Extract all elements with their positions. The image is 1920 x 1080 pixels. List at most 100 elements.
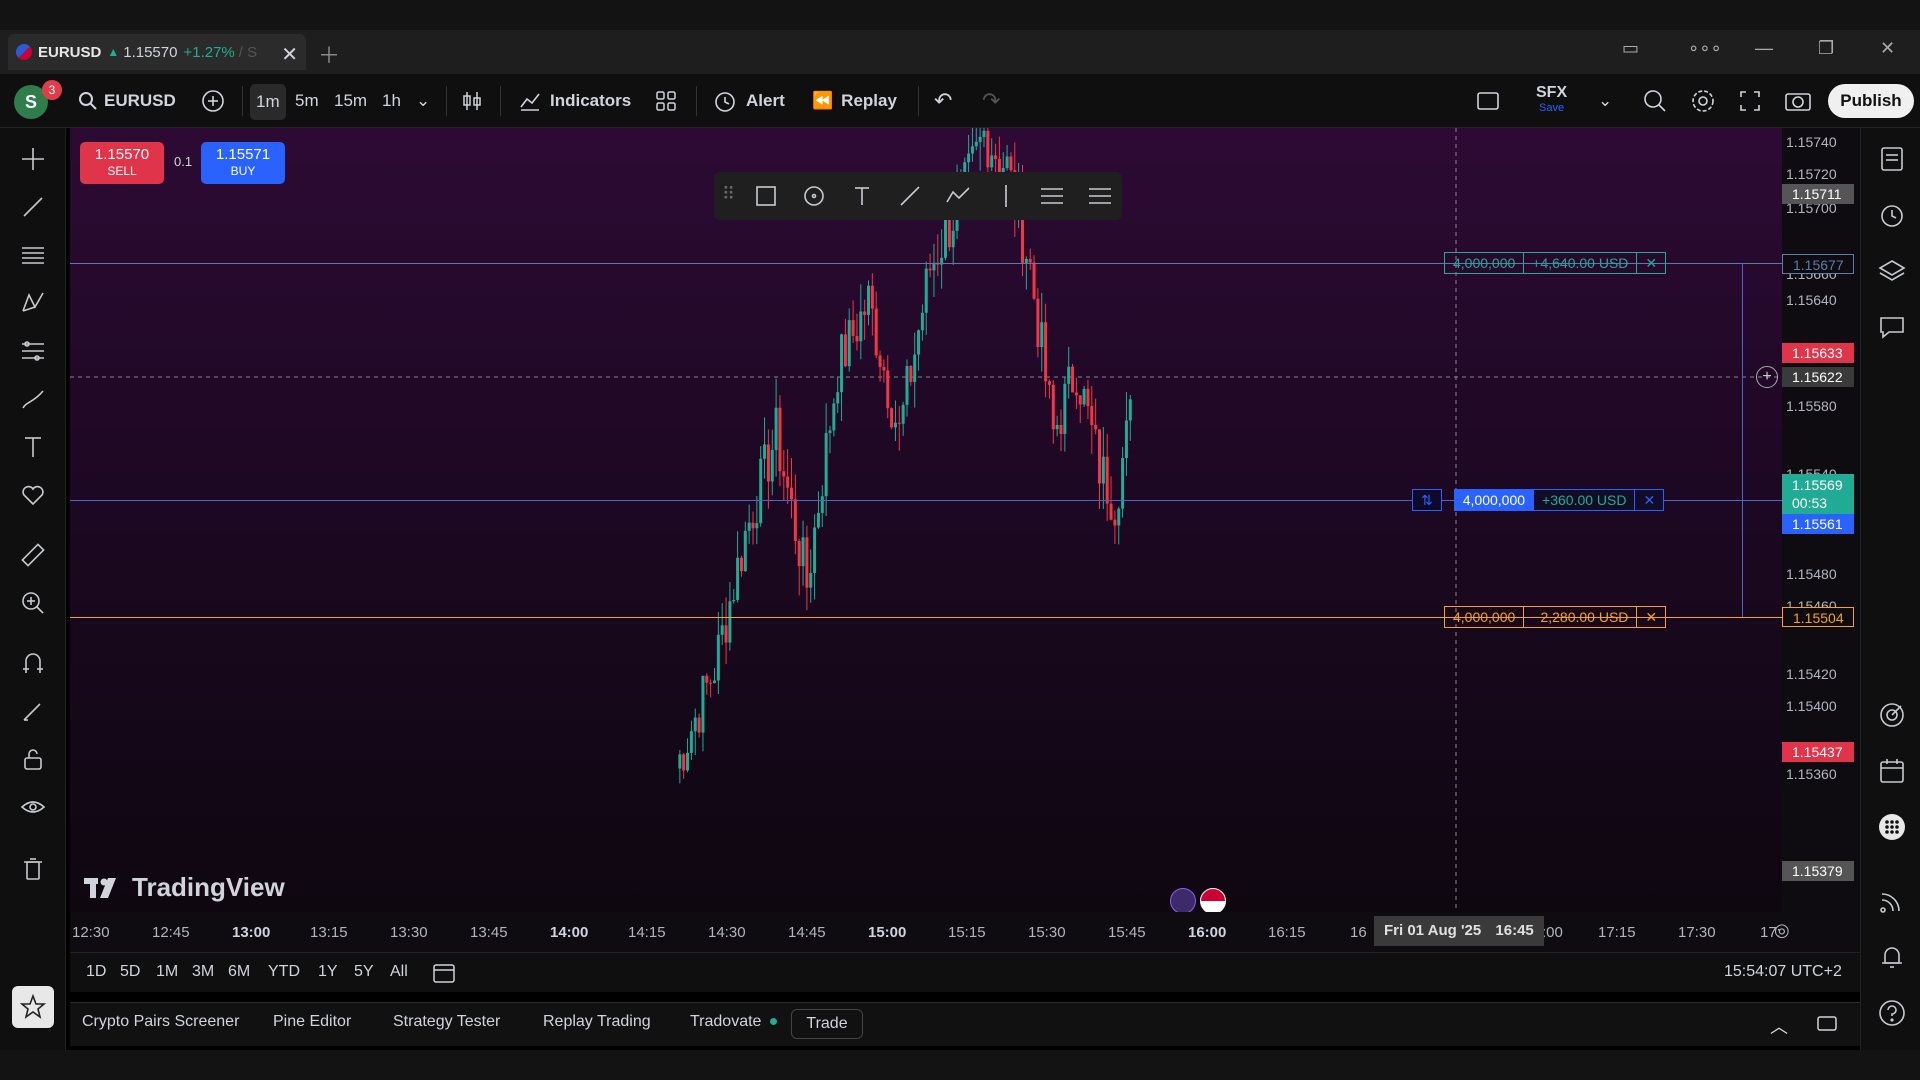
- sell-button[interactable]: 1.15570 SELL: [80, 142, 164, 184]
- minimize-icon[interactable]: —: [1755, 38, 1773, 59]
- range-5y[interactable]: 5Y: [354, 963, 374, 981]
- clock[interactable]: 15:54:07 UTC+2: [1724, 963, 1842, 981]
- help-icon[interactable]: [1875, 996, 1909, 1030]
- lightning-event-icon[interactable]: [1170, 888, 1196, 912]
- range-all[interactable]: All: [390, 963, 408, 981]
- brush-icon[interactable]: [16, 382, 50, 416]
- range-6m[interactable]: 6M: [228, 963, 250, 981]
- range-1d[interactable]: 1D: [86, 963, 106, 981]
- interval-1h[interactable]: 1h: [382, 86, 401, 116]
- stop-loss-close-icon[interactable]: ✕: [1637, 606, 1667, 628]
- drag-handle-icon[interactable]: ⠿: [722, 184, 735, 205]
- tab-pine-editor[interactable]: Pine Editor: [273, 1013, 351, 1031]
- interval-1m[interactable]: 1m: [250, 84, 286, 120]
- time-axis[interactable]: 12:30 12:45 13:00 13:15 13:30 13:45 14:00 14:15…: [70, 912, 1860, 952]
- alerts-clock-icon[interactable]: [1875, 198, 1909, 232]
- layouts-grid-icon[interactable]: [654, 86, 678, 116]
- position-order[interactable]: ⇅ 4,000,000 +360.00 USD ✕: [1412, 489, 1665, 511]
- crosshair-icon[interactable]: [16, 142, 50, 176]
- signal-icon[interactable]: [1875, 884, 1909, 918]
- indicators-button[interactable]: Indicators: [518, 86, 631, 116]
- range-1y[interactable]: 1Y: [318, 963, 338, 981]
- interval-dropdown-chevron-icon[interactable]: ⌄: [416, 86, 430, 116]
- quick-search-icon[interactable]: [1642, 86, 1668, 116]
- redo-icon[interactable]: ↷: [982, 86, 1000, 116]
- monitor-icon[interactable]: ▭: [1622, 38, 1639, 59]
- tab-strategy-tester[interactable]: Strategy Tester: [393, 1013, 500, 1031]
- collapse-chevron-up-icon[interactable]: ︿: [1770, 1013, 1788, 1039]
- restore-icon[interactable]: ❐: [1818, 38, 1834, 59]
- ruler-icon[interactable]: [16, 538, 50, 572]
- trash-icon[interactable]: [16, 852, 50, 886]
- range-5d[interactable]: 5D: [120, 963, 140, 981]
- forecast-icon[interactable]: [16, 334, 50, 368]
- lock-pencil-icon[interactable]: [16, 694, 50, 728]
- layout-chevron-icon[interactable]: ⌄: [1598, 86, 1612, 116]
- reverse-position-icon[interactable]: ⇅: [1412, 489, 1442, 511]
- replay-button[interactable]: ⏪ Replay: [812, 86, 897, 116]
- heart-icon[interactable]: [16, 478, 50, 512]
- interval-15m[interactable]: 15m: [334, 86, 367, 116]
- chart-canvas[interactable]: 1.15570 SELL 0.1 1.15571 BUY ⠿ 4,000,000…: [70, 128, 1782, 912]
- tab-tradovate[interactable]: Tradovate: [690, 1013, 777, 1031]
- fullscreen-square-icon[interactable]: [1476, 86, 1500, 116]
- layout-name[interactable]: SFX Save: [1536, 84, 1567, 114]
- range-ytd[interactable]: YTD: [268, 963, 300, 981]
- magnet-icon[interactable]: [16, 646, 50, 680]
- tab-replay-trading[interactable]: Replay Trading: [543, 1013, 651, 1031]
- tab-crypto-pairs-screener[interactable]: Crypto Pairs Screener: [82, 1013, 239, 1031]
- range-3m[interactable]: 3M: [192, 963, 214, 981]
- favorites-star-icon[interactable]: [12, 986, 54, 1028]
- goto-date-calendar-icon[interactable]: [432, 961, 456, 990]
- stop-loss-order[interactable]: 4,000,000 −2,280.00 USD ✕: [1444, 606, 1667, 628]
- more-icon[interactable]: ∘∘∘: [1688, 38, 1722, 59]
- layers-icon[interactable]: [1875, 254, 1909, 288]
- price-axis[interactable]: 1.157401.157201.157001.156601.156401.156…: [1782, 128, 1860, 912]
- candles-icon[interactable]: [460, 86, 484, 116]
- circle-icon[interactable]: [800, 182, 828, 210]
- compare-add-icon[interactable]: [200, 86, 226, 116]
- target-icon[interactable]: [1875, 698, 1909, 732]
- trend-line-icon[interactable]: [16, 190, 50, 224]
- tab-trade[interactable]: Trade: [791, 1009, 863, 1039]
- quantity[interactable]: 0.1: [174, 154, 192, 169]
- close-window-icon[interactable]: ✕: [1880, 38, 1895, 59]
- parallel-channel-icon[interactable]: [1038, 182, 1066, 210]
- fib-lines-icon[interactable]: [16, 238, 50, 272]
- interval-5m[interactable]: 5m: [295, 86, 319, 116]
- more-lines-icon[interactable]: [1086, 182, 1114, 210]
- vertical-line-icon[interactable]: [992, 182, 1020, 210]
- new-tab-icon[interactable]: ＋: [318, 38, 340, 70]
- path-icon[interactable]: [944, 182, 972, 210]
- fullscreen-icon[interactable]: [1738, 86, 1762, 116]
- rectangle-icon[interactable]: [752, 182, 780, 210]
- position-close-icon[interactable]: ✕: [1635, 489, 1665, 511]
- maximize-panel-icon[interactable]: [1816, 1013, 1838, 1038]
- add-alert-plus-icon[interactable]: +: [1756, 366, 1778, 388]
- camera-icon[interactable]: [1784, 86, 1812, 116]
- text-tool-icon[interactable]: [16, 430, 50, 464]
- lock-icon[interactable]: [16, 742, 50, 776]
- range-1m[interactable]: 1M: [156, 963, 178, 981]
- line-icon[interactable]: [896, 182, 924, 210]
- bell-icon[interactable]: [1875, 940, 1909, 974]
- close-tab-icon[interactable]: ✕: [281, 42, 298, 67]
- symbol-search[interactable]: EURUSD: [78, 86, 176, 116]
- pattern-icon[interactable]: [16, 286, 50, 320]
- undo-icon[interactable]: ↶: [934, 86, 952, 116]
- publish-button[interactable]: Publish: [1828, 84, 1914, 118]
- take-profit-close-icon[interactable]: ✕: [1637, 252, 1667, 274]
- text-icon[interactable]: [848, 182, 876, 210]
- take-profit-order[interactable]: 4,000,000 +4,640.00 USD ✕: [1444, 252, 1667, 274]
- alert-button[interactable]: Alert: [712, 86, 785, 116]
- eye-icon[interactable]: [16, 790, 50, 824]
- us-flag-event-icon[interactable]: [1200, 888, 1226, 912]
- zoom-in-icon[interactable]: [16, 586, 50, 620]
- calendar-icon[interactable]: [1875, 754, 1909, 788]
- chart-tab[interactable]: EURUSD ▲ 1.15570 +1.27% / S ✕: [8, 34, 306, 70]
- apps-grid-icon[interactable]: [1875, 810, 1909, 844]
- axis-settings-icon[interactable]: ◎: [1774, 920, 1790, 941]
- buy-button[interactable]: 1.15571 BUY: [201, 142, 285, 184]
- settings-gear-icon[interactable]: [1690, 86, 1716, 116]
- chat-icon[interactable]: [1875, 310, 1909, 344]
